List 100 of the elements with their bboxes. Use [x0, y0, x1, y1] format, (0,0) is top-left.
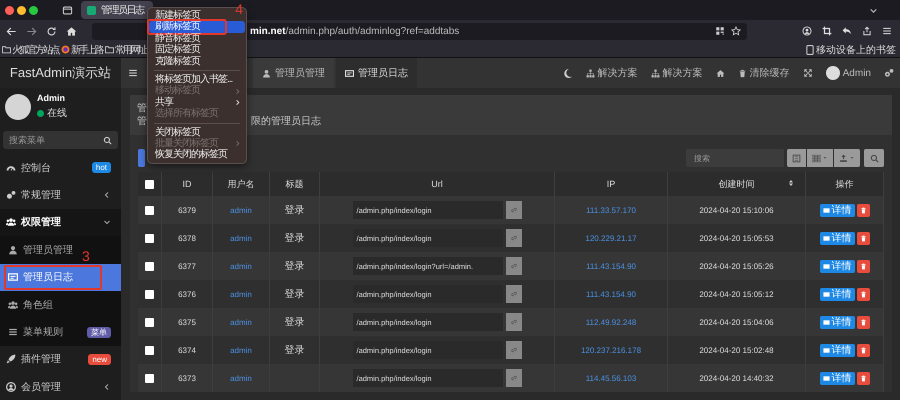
link-button[interactable]	[506, 341, 522, 359]
delete-button[interactable]	[856, 232, 870, 244]
fullscreen-icon[interactable]	[802, 68, 813, 78]
detail-button[interactable]: 详情	[820, 288, 854, 300]
sort-icon[interactable]	[787, 179, 795, 187]
tablet-icon[interactable]	[805, 44, 815, 54]
row-checkbox[interactable]	[145, 206, 154, 214]
menu-item[interactable]: 共享	[149, 96, 245, 108]
ip-link[interactable]: 120.237.216.178	[580, 346, 642, 354]
user-link[interactable]: admin	[230, 346, 252, 354]
ip-link[interactable]: 111.33.57.170	[586, 206, 636, 214]
row-checkbox[interactable]	[145, 346, 154, 354]
menu-item[interactable]: 克隆标签页	[149, 56, 245, 67]
minimize-window-button[interactable]	[17, 6, 26, 14]
page-tab[interactable]: 管理员管理	[253, 58, 334, 88]
link-button[interactable]	[506, 285, 522, 303]
ip-link[interactable]: 114.45.56.103	[586, 374, 636, 382]
share-icon[interactable]	[862, 26, 872, 36]
columns-dropdown[interactable]	[807, 149, 833, 167]
bookmark-link[interactable]: 新手上路	[71, 42, 102, 56]
row-checkbox[interactable]	[145, 234, 154, 242]
select-all-checkbox[interactable]	[145, 180, 154, 188]
bookmark-link[interactable]: 常用网址	[115, 42, 146, 56]
delete-button[interactable]	[856, 288, 870, 300]
ip-link[interactable]: 111.43.154.90	[586, 290, 636, 298]
ip-link[interactable]: 120.229.21.17	[585, 234, 637, 242]
link-button[interactable]	[506, 257, 522, 275]
header-link[interactable]: 清除缓存	[750, 66, 790, 80]
delete-button[interactable]	[856, 204, 870, 216]
export-icon	[839, 154, 848, 162]
delete-button[interactable]	[856, 344, 870, 356]
detail-button[interactable]: 详情	[820, 204, 854, 216]
home-icon[interactable]	[66, 26, 77, 36]
search-button[interactable]	[864, 149, 884, 167]
window-icon	[345, 68, 354, 78]
folder-icon[interactable]	[2, 45, 11, 54]
detail-button[interactable]: 详情	[820, 344, 854, 356]
star-icon[interactable]	[731, 26, 741, 36]
search-field[interactable]: 搜索	[686, 149, 784, 167]
user-link[interactable]: admin	[230, 262, 252, 270]
page-tab[interactable]: 管理员日志	[336, 58, 417, 88]
reload-icon[interactable]	[46, 26, 57, 36]
menu-item[interactable]: 固定标签页	[149, 44, 245, 56]
user-link[interactable]: admin	[230, 206, 252, 214]
row-checkbox[interactable]	[145, 318, 154, 326]
menu-icon[interactable]	[882, 26, 892, 36]
export-dropdown[interactable]	[834, 149, 860, 167]
delete-button[interactable]	[856, 372, 870, 384]
delete-button[interactable]	[856, 316, 870, 328]
menu-item[interactable]: 恢复关闭的标签页	[149, 149, 245, 161]
detail-button[interactable]: 详情	[820, 260, 854, 272]
sidebar-item[interactable]: 角色组	[0, 290, 121, 318]
close-window-button[interactable]	[5, 6, 14, 14]
table-cell: 6376	[178, 290, 196, 298]
link-button[interactable]	[506, 229, 522, 247]
ip-link[interactable]: 112.49.92.248	[586, 318, 636, 326]
browser-tab[interactable]: 管理员日志	[81, 1, 153, 19]
moon-icon[interactable]	[562, 68, 573, 78]
forward-icon[interactable]	[26, 26, 37, 36]
user-link[interactable]: admin	[230, 318, 252, 326]
header-link[interactable]: 解决方案	[598, 66, 638, 80]
account-icon[interactable]	[802, 26, 812, 36]
home-icon[interactable]	[716, 68, 725, 78]
sidebar-item[interactable]: 权限管理	[0, 208, 121, 236]
crop-icon[interactable]	[822, 26, 832, 36]
user-link[interactable]: admin	[230, 290, 252, 298]
ip-link[interactable]: 111.43.154.90	[586, 262, 636, 270]
user-menu-link[interactable]: Admin	[842, 68, 871, 78]
detail-button[interactable]: 详情	[820, 232, 854, 244]
undo-icon[interactable]	[842, 26, 852, 36]
browser-logo-icon[interactable]	[61, 45, 70, 54]
delete-button[interactable]	[856, 260, 870, 272]
user-link[interactable]: admin	[230, 234, 252, 242]
search-field[interactable]: 搜索菜单	[3, 131, 118, 149]
toggle-view-button[interactable]	[787, 149, 806, 167]
detail-button[interactable]: 详情	[820, 316, 854, 328]
header-link[interactable]: 解决方案	[662, 66, 703, 80]
avatar	[826, 66, 840, 80]
bookmark-link[interactable]: 火狐官方站点	[12, 42, 58, 56]
sidebar-item[interactable]: 菜单规则 菜单	[0, 318, 121, 346]
back-icon[interactable]	[6, 26, 17, 36]
link-button[interactable]	[506, 369, 522, 387]
menu-item[interactable]: 将标签页加入书签...	[149, 74, 245, 86]
maximize-window-button[interactable]	[29, 6, 38, 14]
row-checkbox[interactable]	[145, 262, 154, 270]
menu-icon	[128, 68, 138, 78]
user-link[interactable]: admin	[230, 374, 252, 382]
bookmark-link[interactable]: 移动设备上的书签	[816, 42, 896, 56]
qr-code-icon[interactable]	[715, 26, 725, 36]
row-checkbox[interactable]	[145, 374, 154, 382]
folder-icon[interactable]	[105, 45, 114, 54]
row-checkbox[interactable]	[145, 290, 154, 298]
menu-item[interactable]: 刷新标签页	[149, 21, 245, 33]
link-button[interactable]	[506, 313, 522, 331]
sitemap-icon	[586, 68, 595, 78]
tab-list-icon[interactable]	[62, 4, 73, 16]
search-icon[interactable]	[103, 136, 112, 144]
menu-item[interactable]: 关闭标签页	[149, 126, 245, 138]
detail-button[interactable]: 详情	[820, 372, 854, 384]
link-button[interactable]	[506, 201, 522, 219]
